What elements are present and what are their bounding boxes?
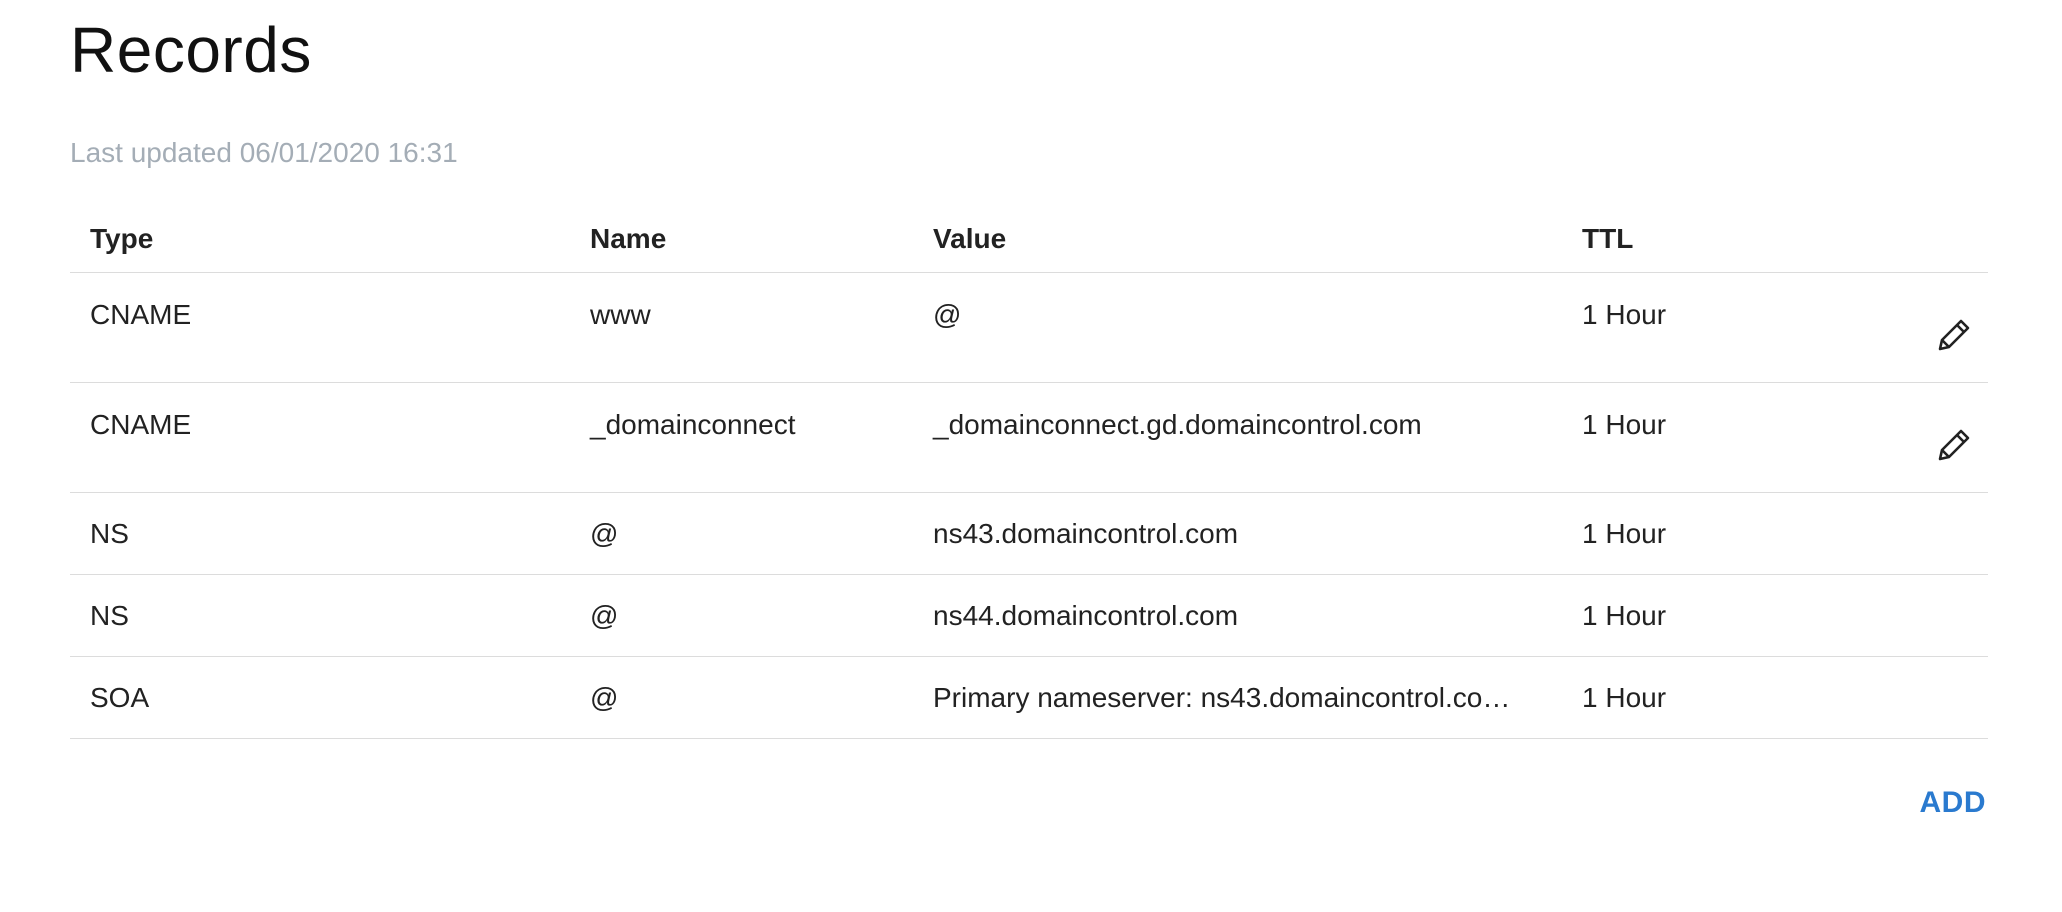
last-updated-text: Last updated 06/01/2020 16:31 [70,137,458,168]
record-ttl-cell: 1 Hour [1562,382,1862,493]
record-type-cell: SOA [70,656,570,739]
record-value-cell: Primary nameserver: ns43.domaincontrol.c… [913,656,1562,739]
record-name-cell: @ [570,574,913,657]
record-type-cell: CNAME [70,272,570,383]
record-actions-cell [1862,272,1988,383]
pencil-icon [1932,423,1976,467]
table-header-row: Type Name Value TTL [70,205,1988,273]
edit-record-button[interactable] [1932,313,1976,357]
column-header-name: Name [570,205,913,273]
dns-records-table: Type Name Value TTL CNAME www @ 1 Hour C… [70,205,1988,739]
record-name-cell: @ [570,656,913,739]
record-type-cell: NS [70,574,570,657]
record-name-cell: _domainconnect [570,382,913,493]
record-type-cell: CNAME [70,382,570,493]
column-header-type: Type [70,205,570,273]
record-value-cell: ns44.domaincontrol.com [913,574,1562,657]
page-title: Records [70,14,312,86]
record-name-cell: @ [570,492,913,575]
add-record-button[interactable]: ADD [1920,786,1987,820]
record-ttl-cell: 1 Hour [1562,492,1862,575]
record-name-cell: www [570,272,913,383]
pencil-icon [1932,313,1976,357]
table-row: SOA @ Primary nameserver: ns43.domaincon… [70,656,1988,739]
edit-record-button[interactable] [1932,423,1976,467]
table-row: NS @ ns44.domaincontrol.com 1 Hour [70,574,1988,657]
table-row: NS @ ns43.domaincontrol.com 1 Hour [70,492,1988,575]
record-value-cell: ns43.domaincontrol.com [913,492,1562,575]
column-header-value: Value [913,205,1562,273]
record-actions-cell [1862,656,1988,739]
record-type-cell: NS [70,492,570,575]
record-actions-cell [1862,492,1988,575]
record-actions-cell [1862,574,1988,657]
record-actions-cell [1862,382,1988,493]
column-header-ttl: TTL [1562,205,1862,273]
table-row: CNAME www @ 1 Hour [70,272,1988,383]
record-value-cell: _domainconnect.gd.domaincontrol.com [913,382,1562,493]
record-ttl-cell: 1 Hour [1562,574,1862,657]
record-value-cell: @ [913,272,1562,383]
table-row: CNAME _domainconnect _domainconnect.gd.d… [70,382,1988,493]
record-ttl-cell: 1 Hour [1562,656,1862,739]
column-header-actions [1862,205,1988,273]
record-ttl-cell: 1 Hour [1562,272,1862,383]
